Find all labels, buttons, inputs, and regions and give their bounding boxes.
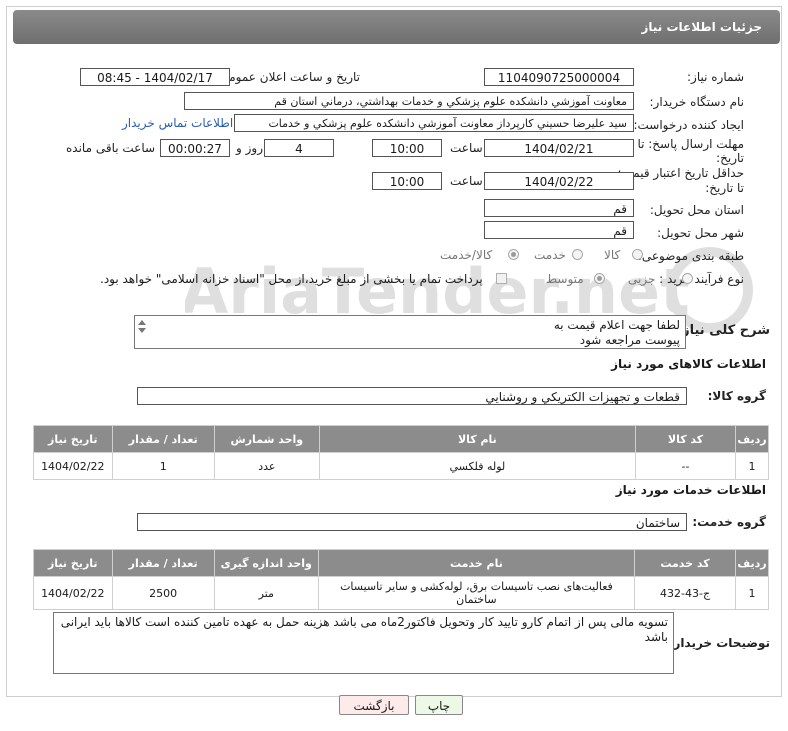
deadline-time-label: ساعت — [450, 141, 483, 155]
announce-field: 1404/02/17 - 08:45 — [80, 68, 230, 86]
back-button[interactable]: بازگشت — [339, 695, 409, 715]
goods-table: ردیف کد کالا نام کالا واحد شمارش تعداد /… — [33, 425, 769, 480]
validity-label: حداقل تاریخ اعتبار قیمت: — [617, 166, 744, 180]
table-row: 1 ج-43-432 فعالیت‌های نصب تاسیسات برق، ل… — [33, 576, 769, 610]
services-group-label: گروه خدمت: — [692, 515, 766, 529]
description-line-1: لطفا جهت اعلام قیمت به — [553, 318, 680, 332]
services-group-field: ساختمان — [137, 513, 687, 531]
goods-cell-qty: 1 — [111, 452, 215, 480]
goods-cell-row-no: 1 — [735, 452, 769, 480]
goods-header-date: تاریخ نیاز — [33, 425, 113, 453]
services-header-row-no: ردیف — [735, 549, 769, 577]
goods-header-name: نام کالا — [318, 425, 637, 453]
process-label: نوع فرآیند خرید : — [659, 272, 744, 286]
print-button[interactable]: چاپ — [415, 695, 463, 715]
province-label: استان محل تحویل: — [649, 203, 744, 217]
days-field: 4 — [264, 139, 334, 157]
validity-time-label: ساعت — [450, 174, 483, 188]
need-number-label: شماره نیاز: — [687, 70, 744, 84]
deadline-date-field: 1404/02/21 — [484, 139, 634, 157]
city-label: شهر محل تحویل: — [657, 226, 744, 240]
category-option-goods-service: کالا/خدمت — [440, 248, 493, 262]
goods-section-title: اطلاعات کالاهای مورد نیاز — [611, 357, 766, 371]
deadline-time-field: 10:00 — [372, 139, 442, 157]
remaining-label: ساعت باقی مانده — [66, 141, 156, 155]
process-radio-minor[interactable] — [682, 273, 693, 284]
contact-buyer-link[interactable]: اطلاعات تماس خریدار — [122, 116, 233, 130]
goods-header-unit: واحد شمارش — [213, 425, 320, 453]
services-cell-unit: متر — [213, 576, 319, 610]
category-radio-goods-service[interactable] — [508, 249, 519, 260]
process-option-minor: جزیی — [628, 272, 656, 286]
deadline-label: مهلت ارسال پاسخ: تا — [637, 137, 744, 151]
deadline-label-date: تاریخ: — [716, 151, 744, 165]
announce-label: تاریخ و ساعت اعلان عمومی: — [215, 70, 360, 84]
goods-cell-date: 1404/02/22 — [33, 452, 113, 480]
table-row: 1 -- لوله فلكسي عدد 1 1404/02/22 — [33, 452, 769, 480]
description-label: شرح کلی نیاز: — [676, 323, 770, 338]
buyer-org-field: معاونت آموزشي دانشكده علوم پزشكي و خدمات… — [184, 92, 634, 110]
category-radio-service[interactable] — [572, 249, 583, 260]
city-field: قم — [484, 221, 634, 239]
services-section-title: اطلاعات خدمات مورد نیاز — [615, 483, 766, 497]
buyer-notes-label: توضیحات خریدار: — [668, 636, 770, 650]
description-textarea[interactable]: لطفا جهت اعلام قیمت به پیوست مراجعه شود — [134, 315, 686, 349]
need-number-field: 1104090725000004 — [484, 68, 634, 86]
goods-header-code: کد کالا — [635, 425, 737, 453]
page-title: جزئیات اطلاعات نیاز — [641, 20, 762, 34]
province-field: قم — [484, 199, 634, 217]
category-radio-goods[interactable] — [632, 249, 643, 260]
remaining-time-field: 00:00:27 — [160, 139, 230, 157]
services-cell-row-no: 1 — [735, 576, 769, 610]
services-header-qty: تعداد / مقدار — [111, 549, 215, 577]
goods-cell-code: -- — [635, 452, 737, 480]
goods-group-field: قطعات و تجهيزات الكتريكي و روشنايي — [137, 387, 687, 405]
validity-label-date: تا تاریخ: — [705, 181, 744, 195]
process-radio-medium[interactable] — [594, 273, 605, 284]
services-cell-name: فعالیت‌های نصب تاسیسات برق، لوله‌کشی و س… — [317, 576, 636, 610]
description-line-2: پیوست مراجعه شود — [579, 333, 680, 347]
creator-field: سيد عليرضا حسيني كارپرداز معاونت آموزشي … — [234, 114, 634, 132]
goods-header-row-no: ردیف — [735, 425, 769, 453]
services-cell-date: 1404/02/22 — [33, 576, 113, 610]
category-label: طبقه بندی موضوعی: — [637, 249, 744, 263]
category-option-service: خدمت — [534, 248, 566, 262]
creator-label: ایجاد کننده درخواست: — [633, 118, 744, 132]
services-header-name: نام خدمت — [317, 549, 636, 577]
validity-date-field: 1404/02/22 — [484, 172, 634, 190]
buyer-org-label: نام دستگاه خریدار: — [649, 95, 745, 109]
services-cell-code: ج-43-432 — [633, 576, 737, 610]
treasury-note: پرداخت تمام یا بخشی از مبلغ خرید،از محل … — [100, 272, 483, 286]
services-header-unit: واحد اندازه گیری — [213, 549, 319, 577]
scroll-arrows-icon[interactable] — [136, 317, 148, 347]
services-table: ردیف کد خدمت نام خدمت واحد اندازه گیری ت… — [33, 549, 769, 610]
services-header-date: تاریخ نیاز — [33, 549, 113, 577]
category-option-goods: کالا — [604, 248, 621, 262]
goods-cell-unit: عدد — [213, 452, 320, 480]
days-label: روز و — [236, 141, 263, 155]
goods-cell-name: لوله فلكسي — [318, 452, 637, 480]
validity-time-field: 10:00 — [372, 172, 442, 190]
page-header: جزئیات اطلاعات نیاز — [13, 10, 780, 44]
goods-group-label: گروه کالا: — [707, 389, 766, 403]
services-header-code: کد خدمت — [633, 549, 737, 577]
services-cell-qty: 2500 — [111, 576, 215, 610]
process-option-medium: متوسط — [546, 272, 584, 286]
treasury-checkbox[interactable] — [496, 273, 507, 284]
buyer-notes-textarea[interactable]: تسویه مالی پس از اتمام کارو تایید کار وت… — [53, 612, 674, 674]
goods-header-qty: تعداد / مقدار — [111, 425, 215, 453]
